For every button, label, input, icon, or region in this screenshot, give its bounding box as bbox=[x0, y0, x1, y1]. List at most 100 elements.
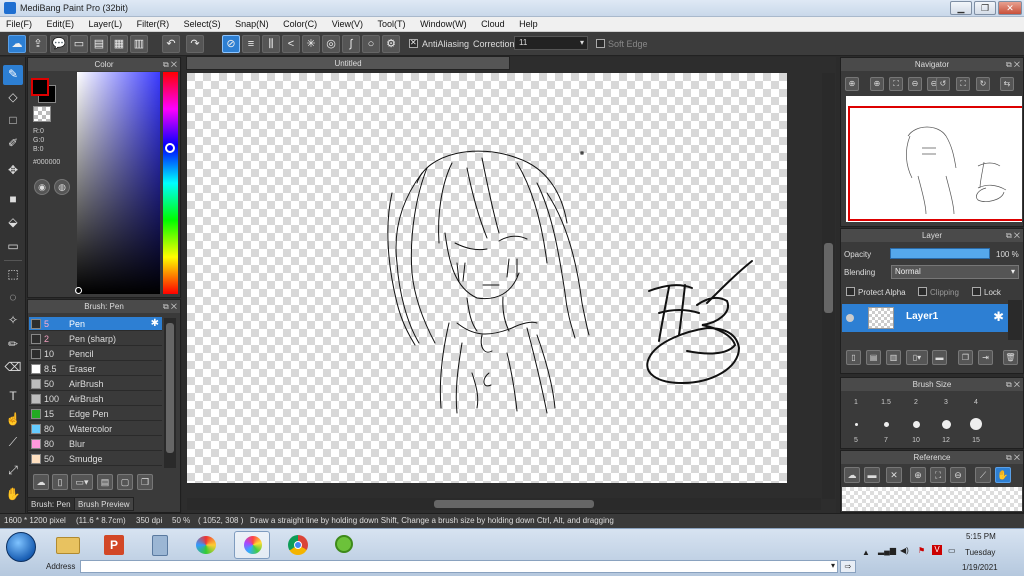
zoom-in-icon[interactable]: ⊕ bbox=[845, 77, 859, 91]
brush-pen-tool-icon[interactable]: ✐ bbox=[3, 134, 23, 154]
volume-icon[interactable]: ◀) bbox=[900, 546, 909, 555]
eraser-tool-icon[interactable]: ◇ bbox=[3, 88, 23, 108]
tray-arrow-icon[interactable]: ▲ bbox=[862, 548, 870, 557]
menu-view[interactable]: View(V) bbox=[326, 17, 369, 31]
add-brush-icon[interactable]: ▭▾ bbox=[71, 474, 93, 490]
divide-tool-icon[interactable]: ⤢ bbox=[3, 461, 23, 481]
drawing-canvas[interactable] bbox=[187, 73, 787, 483]
brush-size-cell[interactable]: 4 bbox=[962, 399, 990, 419]
open-folder-icon[interactable]: ▬ bbox=[864, 467, 880, 483]
brush-item[interactable]: 10 Pencil bbox=[29, 347, 162, 361]
panel-controls-icon[interactable]: ⧉ ✕ bbox=[1006, 229, 1020, 242]
brush-item[interactable]: 80 Blur bbox=[29, 437, 162, 451]
merge-layer-icon[interactable]: ⇥ bbox=[978, 350, 993, 365]
snap-off-icon[interactable]: ⊘ bbox=[222, 35, 240, 53]
grid-page-icon[interactable]: ▦ bbox=[110, 35, 128, 53]
hue-knob[interactable] bbox=[165, 143, 175, 153]
magic-wand-tool-icon[interactable]: ✧ bbox=[3, 311, 23, 331]
document-tab[interactable]: Untitled bbox=[186, 56, 510, 70]
protect-alpha-checkbox[interactable] bbox=[846, 287, 855, 296]
flip-icon[interactable]: ⇆ bbox=[1000, 77, 1014, 91]
fit-window-icon[interactable]: ⛶ bbox=[956, 77, 970, 91]
brush-size-cell[interactable]: 3 bbox=[932, 399, 960, 419]
move-tool-icon[interactable]: ✥ bbox=[3, 161, 23, 181]
brush-settings-icon[interactable]: ▤ bbox=[97, 474, 113, 490]
vanishing-point-snap-icon[interactable]: < bbox=[282, 35, 300, 53]
circle-snap-icon[interactable]: ○ bbox=[362, 35, 380, 53]
brush-size-dot[interactable] bbox=[942, 420, 951, 429]
copy-layer-icon[interactable]: ❐ bbox=[958, 350, 973, 365]
brush-item[interactable]: 50 Smudge bbox=[29, 452, 162, 466]
brush-item[interactable]: 50 AirBrush bbox=[29, 377, 162, 391]
hue-slider[interactable] bbox=[163, 72, 178, 294]
navigator-view-frame[interactable] bbox=[848, 106, 1022, 221]
close-button[interactable]: ✕ bbox=[998, 1, 1022, 15]
duplicate-brush-icon[interactable]: ❐ bbox=[137, 474, 153, 490]
brush-size-cell[interactable]: 1.5 bbox=[872, 399, 900, 419]
speech-balloon-icon[interactable]: ▭ bbox=[70, 35, 88, 53]
add-layer-menu-icon[interactable]: ▯▾ bbox=[906, 350, 928, 365]
panel-controls-icon[interactable]: ⧉ ✕ bbox=[1006, 58, 1020, 71]
medibang-taskbar-icon[interactable] bbox=[234, 531, 270, 559]
reference-view[interactable] bbox=[842, 487, 1022, 511]
trash-icon[interactable]: 🗑 bbox=[1003, 350, 1018, 365]
foreground-color-swatch[interactable] bbox=[31, 78, 49, 96]
gradient-tool-icon[interactable]: ▭ bbox=[3, 237, 23, 257]
fit-icon[interactable]: ⛶ bbox=[889, 77, 903, 91]
panel-controls-icon[interactable]: ⧉ ✕ bbox=[1006, 378, 1020, 391]
menu-select[interactable]: Select(S) bbox=[178, 17, 227, 31]
select-tool-icon[interactable]: ⬚ bbox=[3, 265, 23, 285]
comment-icon[interactable]: 💬 bbox=[50, 35, 68, 53]
layer-list-scrollbar[interactable] bbox=[1008, 300, 1022, 340]
correction-select[interactable]: 11 ▾ bbox=[514, 36, 588, 50]
address-input[interactable]: ▾ bbox=[80, 560, 838, 573]
page-icon[interactable]: ▤ bbox=[90, 35, 108, 53]
palette-icon[interactable]: ◉ bbox=[34, 179, 50, 195]
blending-select[interactable]: Normal ▾ bbox=[891, 265, 1019, 279]
menu-edit[interactable]: Edit(E) bbox=[41, 17, 81, 31]
layer-row[interactable]: Layer1 ✱ bbox=[842, 304, 1008, 332]
operation-tool-icon[interactable]: ☝ bbox=[3, 410, 23, 430]
brush-list-scrollbar[interactable] bbox=[164, 318, 176, 468]
brush-tool-icon[interactable]: ✎ bbox=[3, 65, 23, 85]
file-explorer-taskbar-icon[interactable] bbox=[50, 531, 86, 559]
scrollbar-thumb[interactable] bbox=[166, 323, 174, 453]
close-reference-icon[interactable]: ✕ bbox=[886, 467, 902, 483]
hand-tool-icon[interactable]: ✋ bbox=[3, 485, 23, 505]
select-eraser-tool-icon[interactable]: ⌫ bbox=[3, 358, 23, 378]
menu-window[interactable]: Window(W) bbox=[414, 17, 473, 31]
zoom-out-icon[interactable]: ⊖ bbox=[908, 77, 922, 91]
canvas-horizontal-scrollbar[interactable] bbox=[187, 498, 821, 510]
brush-item[interactable]: 100 AirBrush bbox=[29, 392, 162, 406]
visibility-eye-icon[interactable] bbox=[846, 314, 854, 322]
zoom-in-2-icon[interactable]: ⊕ bbox=[870, 77, 884, 91]
gear-icon[interactable]: ✱ bbox=[993, 309, 1004, 325]
new-1bit-layer-icon[interactable]: ▥ bbox=[886, 350, 901, 365]
hand-icon[interactable]: ✋ bbox=[995, 467, 1011, 483]
menu-color[interactable]: Color(C) bbox=[277, 17, 323, 31]
palette-add-icon[interactable]: ◍ bbox=[54, 179, 70, 195]
clipping-checkbox[interactable] bbox=[918, 287, 927, 296]
maximize-button[interactable]: ❐ bbox=[974, 1, 996, 15]
tab-brush-preview[interactable]: Brush Preview bbox=[74, 497, 134, 511]
brush-size-cell[interactable]: 2 bbox=[902, 399, 930, 419]
calculator-taskbar-icon[interactable] bbox=[142, 531, 178, 559]
menu-help[interactable]: Help bbox=[513, 17, 544, 31]
lasso-tool-icon[interactable]: ◌ bbox=[3, 288, 23, 308]
new-halftone-layer-icon[interactable]: ▤ bbox=[866, 350, 881, 365]
panel-controls-icon[interactable]: ⧉ ✕ bbox=[163, 300, 177, 313]
menu-tool[interactable]: Tool(T) bbox=[372, 17, 412, 31]
flag-icon[interactable]: ⚑ bbox=[918, 546, 925, 555]
rotate-right-icon[interactable]: ↻ bbox=[976, 77, 990, 91]
parallel-snap-icon[interactable]: ≡ bbox=[242, 35, 260, 53]
redo-icon[interactable]: ↷ bbox=[186, 35, 204, 53]
brush-item[interactable]: 5 Pen ✱ bbox=[29, 317, 162, 331]
zoom-in-icon[interactable]: ⊕ bbox=[910, 467, 926, 483]
opacity-slider[interactable] bbox=[890, 248, 990, 259]
radial-snap-icon[interactable]: ✳ bbox=[302, 35, 320, 53]
undo-icon[interactable]: ↶ bbox=[162, 35, 180, 53]
brush-size-dot[interactable] bbox=[970, 418, 982, 430]
menu-file[interactable]: File(F) bbox=[0, 17, 38, 31]
paint-taskbar-icon[interactable] bbox=[188, 531, 224, 559]
concentric-snap-icon[interactable]: ◎ bbox=[322, 35, 340, 53]
